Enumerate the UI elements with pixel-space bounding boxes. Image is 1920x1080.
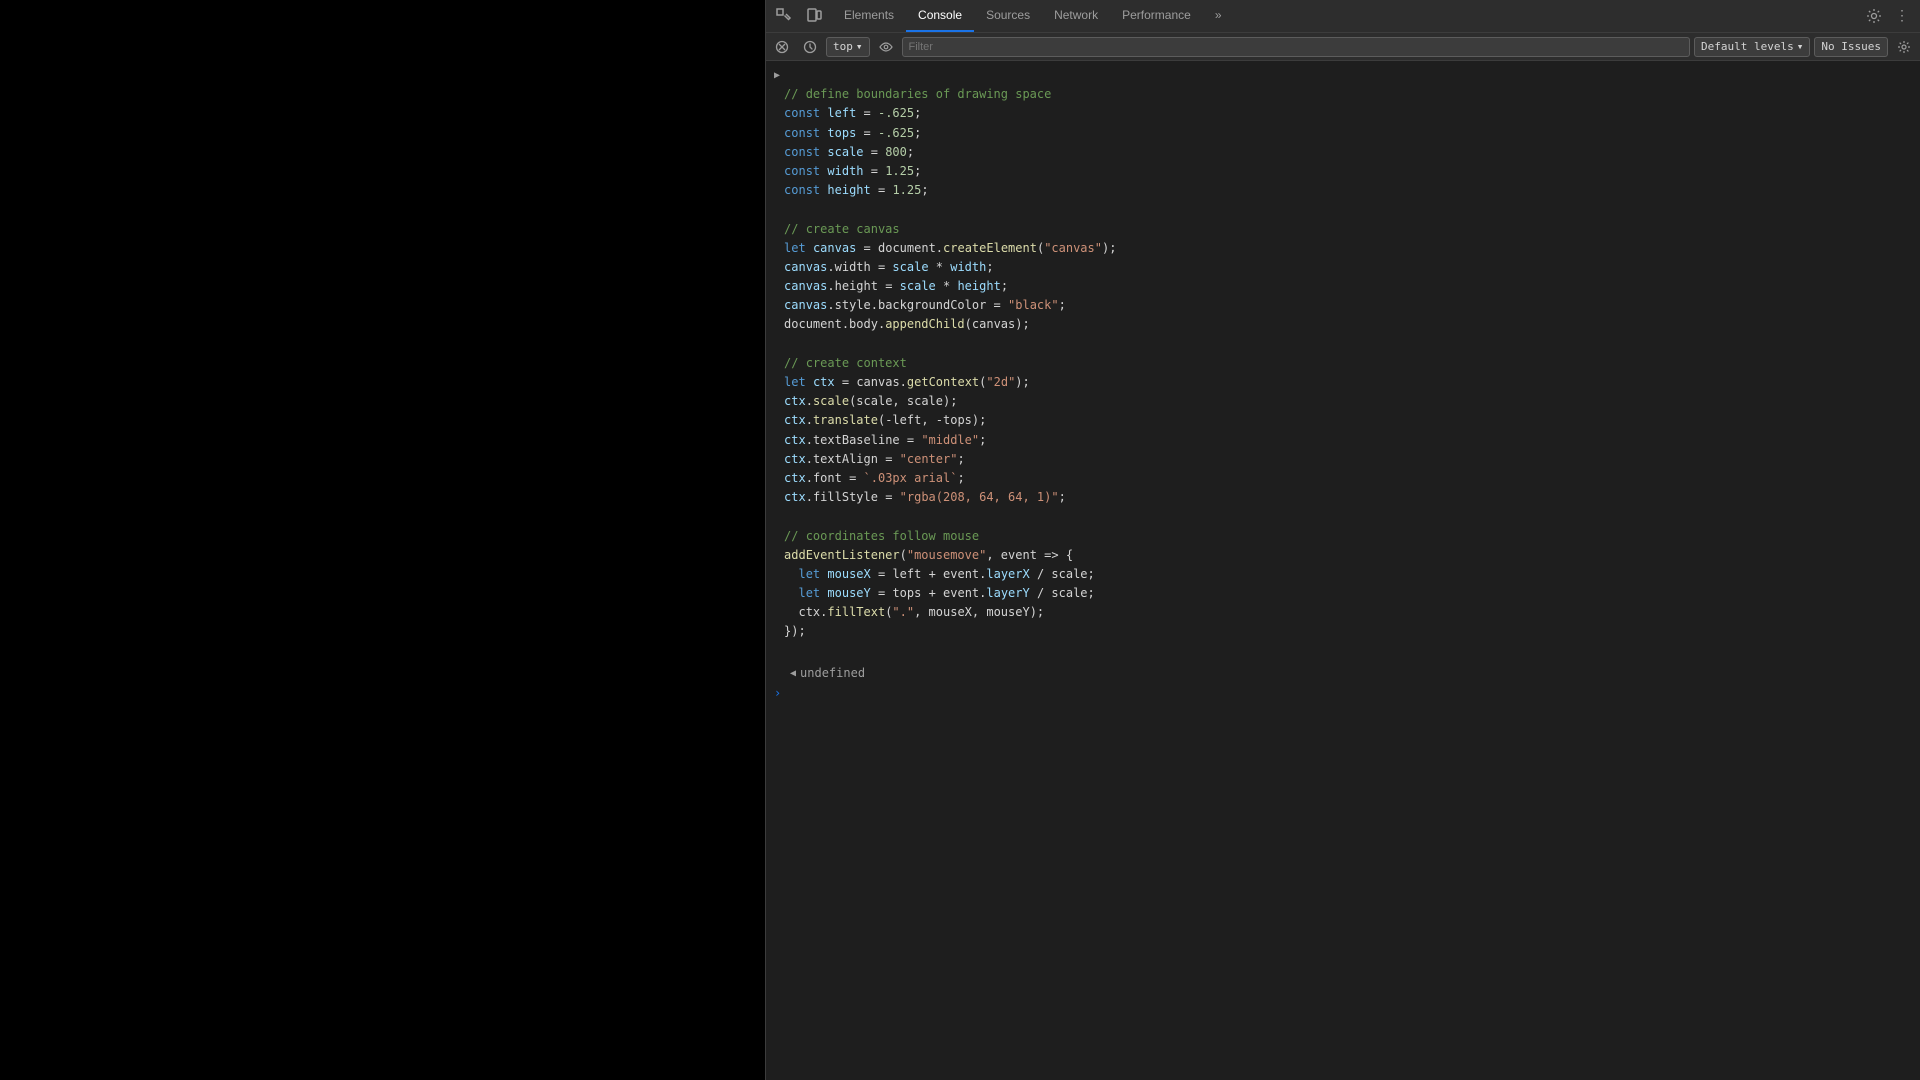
inspect-element-button[interactable]: [770, 2, 798, 30]
no-issues-button[interactable]: No Issues: [1814, 37, 1888, 57]
context-selector[interactable]: top ▾: [826, 37, 870, 57]
tab-more[interactable]: »: [1203, 0, 1234, 32]
tab-performance[interactable]: Performance: [1110, 0, 1203, 32]
clear-console-button[interactable]: [770, 35, 794, 59]
console-code-block: // define boundaries of drawing space co…: [766, 65, 1920, 662]
context-dropdown-icon: ▾: [856, 40, 863, 53]
log-levels-label: Default levels: [1701, 40, 1794, 53]
devtools-control-icons: [766, 2, 832, 30]
console-settings-button[interactable]: [1892, 35, 1916, 59]
preserve-log-button[interactable]: [798, 35, 822, 59]
no-issues-label: No Issues: [1821, 40, 1881, 53]
devtools-panel: Elements Console Sources Network Perform…: [765, 0, 1920, 1080]
tab-console[interactable]: Console: [906, 0, 974, 32]
devtools-more-button[interactable]: ⋮: [1888, 2, 1916, 30]
tab-network[interactable]: Network: [1042, 0, 1110, 32]
prompt-arrow-icon: ›: [774, 686, 781, 700]
expand-arrow[interactable]: [774, 66, 780, 83]
console-toolbar: top ▾ Default levels ▾ No Issues: [766, 33, 1920, 61]
console-output: // define boundaries of drawing space co…: [766, 61, 1920, 1080]
tab-sources[interactable]: Sources: [974, 0, 1042, 32]
canvas-area: [0, 0, 765, 1080]
console-result: ◀ undefined: [766, 662, 1920, 684]
console-filter-input[interactable]: [902, 37, 1691, 57]
devtools-tabs: Elements Console Sources Network Perform…: [832, 0, 1862, 32]
eye-button[interactable]: [874, 35, 898, 59]
device-toolbar-button[interactable]: [800, 2, 828, 30]
devtools-toolbar-right: ⋮: [1862, 2, 1920, 30]
result-value: undefined: [800, 664, 865, 682]
devtools-tab-bar: Elements Console Sources Network Perform…: [766, 0, 1920, 33]
log-levels-button[interactable]: Default levels ▾: [1694, 37, 1810, 57]
tab-elements[interactable]: Elements: [832, 0, 906, 32]
context-value: top: [833, 40, 853, 53]
devtools-settings-button[interactable]: [1862, 4, 1886, 28]
console-prompt[interactable]: ›: [766, 684, 1920, 702]
log-levels-arrow: ▾: [1797, 40, 1804, 53]
code-content: // define boundaries of drawing space co…: [784, 66, 1912, 661]
